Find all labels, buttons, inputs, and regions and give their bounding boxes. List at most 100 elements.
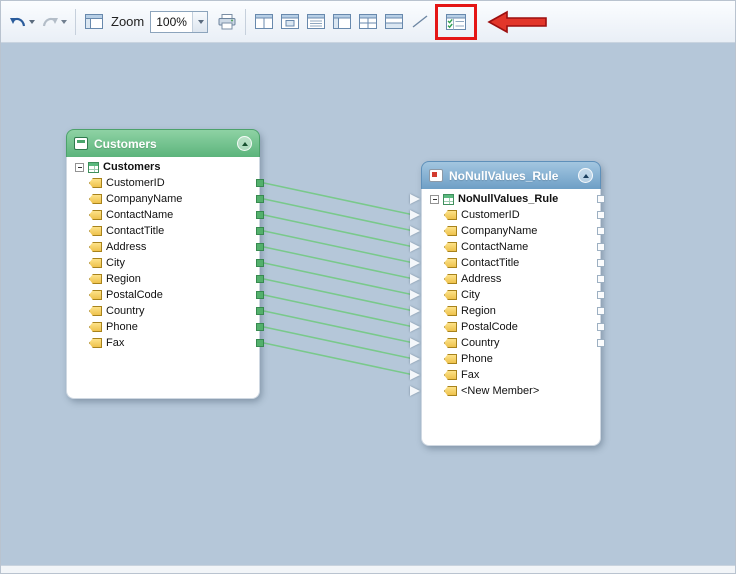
source-connector-stub[interactable] bbox=[256, 291, 264, 299]
field-row[interactable]: City bbox=[67, 255, 259, 271]
field-row[interactable]: CustomerID bbox=[67, 175, 259, 191]
target-connector-stub[interactable] bbox=[410, 386, 420, 396]
source-connector-stub[interactable] bbox=[256, 307, 264, 315]
target-connector-stub[interactable] bbox=[410, 226, 420, 236]
target-connector-stub[interactable] bbox=[410, 354, 420, 364]
field-row[interactable]: ContactTitle bbox=[422, 255, 600, 271]
collapse-entity-button[interactable] bbox=[578, 168, 593, 183]
target-connector-stub[interactable] bbox=[410, 290, 420, 300]
source-connector-stub[interactable] bbox=[256, 243, 264, 251]
field-label: <New Member> bbox=[461, 385, 539, 397]
tree-root-row[interactable]: NoNullValues_Rule bbox=[422, 191, 600, 207]
field-label: City bbox=[461, 289, 480, 301]
print-button[interactable] bbox=[214, 8, 240, 36]
undo-icon bbox=[9, 14, 27, 30]
zoom-combobox[interactable]: 100% bbox=[150, 11, 208, 33]
source-connector-stub[interactable] bbox=[256, 211, 264, 219]
field-row[interactable]: ContactTitle bbox=[67, 223, 259, 239]
bottom-pane-view-button[interactable] bbox=[381, 8, 407, 36]
split-vertical-view-button[interactable] bbox=[251, 8, 277, 36]
source-connector-stub[interactable] bbox=[256, 227, 264, 235]
target-connector-stub[interactable] bbox=[410, 370, 420, 380]
entity-customers-header[interactable]: Customers bbox=[66, 129, 260, 157]
field-label: Address bbox=[461, 273, 501, 285]
entity-title: Customers bbox=[94, 137, 157, 151]
target-output-stub[interactable] bbox=[597, 195, 605, 203]
field-row[interactable]: Region bbox=[67, 271, 259, 287]
target-output-stub[interactable] bbox=[597, 307, 605, 315]
target-output-stub[interactable] bbox=[597, 275, 605, 283]
source-connector-stub[interactable] bbox=[256, 275, 264, 283]
field-row[interactable]: Address bbox=[422, 271, 600, 287]
zoom-label: Zoom bbox=[111, 14, 144, 29]
field-row[interactable]: ContactName bbox=[422, 239, 600, 255]
collapse-expander-icon[interactable] bbox=[75, 163, 84, 172]
field-row[interactable]: ContactName bbox=[67, 207, 259, 223]
field-row[interactable]: City bbox=[422, 287, 600, 303]
target-connector-stub[interactable] bbox=[410, 338, 420, 348]
target-connector-stub[interactable] bbox=[410, 194, 420, 204]
field-row[interactable]: Phone bbox=[422, 351, 600, 367]
target-connector-stub[interactable] bbox=[410, 274, 420, 284]
target-connector-stub[interactable] bbox=[410, 258, 420, 268]
target-connector-stub[interactable] bbox=[410, 210, 420, 220]
field-row[interactable]: Country bbox=[67, 303, 259, 319]
line-tool-button[interactable] bbox=[407, 8, 433, 36]
field-row[interactable]: CustomerID bbox=[422, 207, 600, 223]
target-output-stub[interactable] bbox=[597, 323, 605, 331]
toolbar-separator bbox=[75, 9, 76, 35]
field-row[interactable]: CompanyName bbox=[422, 223, 600, 239]
field-row[interactable]: CompanyName bbox=[67, 191, 259, 207]
field-row[interactable]: Phone bbox=[67, 319, 259, 335]
field-label: ContactTitle bbox=[106, 225, 164, 237]
target-output-stub[interactable] bbox=[597, 227, 605, 235]
undo-button[interactable] bbox=[6, 8, 38, 36]
source-connector-stub[interactable] bbox=[256, 259, 264, 267]
collapse-expander-icon[interactable] bbox=[430, 195, 439, 204]
redo-button[interactable] bbox=[38, 8, 70, 36]
target-output-stub[interactable] bbox=[597, 291, 605, 299]
collapse-entity-button[interactable] bbox=[237, 136, 252, 151]
entity-title: NoNullValues_Rule bbox=[449, 169, 558, 183]
horizontal-scrollbar[interactable] bbox=[1, 565, 735, 573]
app-window: Zoom 100% bbox=[0, 0, 736, 574]
field-row[interactable]: Fax bbox=[422, 367, 600, 383]
target-output-stub[interactable] bbox=[597, 339, 605, 347]
target-connector-stub[interactable] bbox=[410, 306, 420, 316]
source-connector-stub[interactable] bbox=[256, 323, 264, 331]
tree-root-row[interactable]: Customers bbox=[67, 159, 259, 175]
grid-view-button[interactable] bbox=[355, 8, 381, 36]
field-row[interactable]: PostalCode bbox=[422, 319, 600, 335]
entity-nonullvalues-rule-header[interactable]: NoNullValues_Rule bbox=[421, 161, 601, 189]
highlighted-toolbar-button[interactable] bbox=[442, 8, 470, 36]
entity-customers[interactable]: Customers Customers CustomerID CompanyNa… bbox=[66, 129, 260, 399]
source-connector-stub[interactable] bbox=[256, 195, 264, 203]
attribute-icon bbox=[444, 354, 457, 364]
field-row[interactable]: PostalCode bbox=[67, 287, 259, 303]
field-label: Region bbox=[461, 305, 496, 317]
redo-dropdown-caret[interactable] bbox=[61, 20, 67, 24]
source-connector-stub[interactable] bbox=[256, 339, 264, 347]
target-connector-stub[interactable] bbox=[410, 322, 420, 332]
tree-root-label: Customers bbox=[103, 161, 160, 173]
field-row[interactable]: Country bbox=[422, 335, 600, 351]
center-pane-view-button[interactable] bbox=[277, 8, 303, 36]
target-output-stub[interactable] bbox=[597, 259, 605, 267]
target-output-stub[interactable] bbox=[597, 211, 605, 219]
undo-dropdown-caret[interactable] bbox=[29, 20, 35, 24]
target-output-stub[interactable] bbox=[597, 243, 605, 251]
source-connector-stub[interactable] bbox=[256, 179, 264, 187]
left-pane-view-button[interactable] bbox=[329, 8, 355, 36]
field-row[interactable]: <New Member> bbox=[422, 383, 600, 399]
field-row[interactable]: Region bbox=[422, 303, 600, 319]
target-connector-stub[interactable] bbox=[410, 242, 420, 252]
entity-nonullvalues-rule[interactable]: NoNullValues_Rule NoNullValues_Rule Cust… bbox=[421, 161, 601, 446]
field-row[interactable]: Address bbox=[67, 239, 259, 255]
zoom-dropdown-button[interactable] bbox=[192, 12, 207, 32]
field-row[interactable]: Fax bbox=[67, 335, 259, 351]
page-layout-button[interactable] bbox=[81, 8, 107, 36]
list-view-button[interactable] bbox=[303, 8, 329, 36]
field-label: CompanyName bbox=[461, 225, 537, 237]
diagram-canvas[interactable]: Customers Customers CustomerID CompanyNa… bbox=[1, 43, 735, 565]
attribute-icon bbox=[444, 386, 457, 396]
